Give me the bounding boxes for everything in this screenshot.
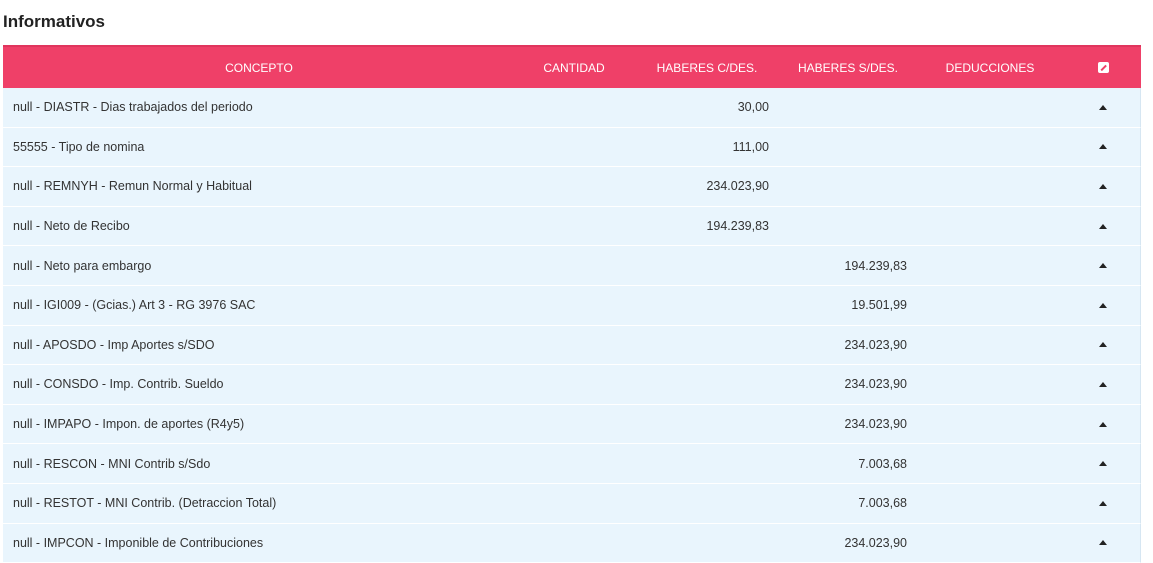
- row-action[interactable]: [1065, 381, 1140, 387]
- cell-haberes-cdes: 194.239,83: [706, 219, 769, 234]
- cell-concepto: null - REMNYH - Remun Normal y Habitual: [13, 179, 252, 194]
- table-row: null - RESTOT - MNI Contrib. (Detraccion…: [3, 483, 1141, 524]
- caret-up-icon[interactable]: [1098, 381, 1107, 387]
- row-action[interactable]: [1065, 223, 1140, 229]
- caret-up-icon[interactable]: [1098, 183, 1107, 189]
- row-action[interactable]: [1065, 183, 1140, 189]
- table-row: null - IMPCON - Imponible de Contribucio…: [3, 523, 1141, 563]
- cell-concepto: null - CONSDO - Imp. Contrib. Sueldo: [13, 377, 224, 392]
- row-action[interactable]: [1065, 104, 1140, 110]
- cell-concepto: null - APOSDO - Imp Aportes s/SDO: [13, 337, 215, 352]
- caret-up-icon[interactable]: [1098, 302, 1107, 308]
- caret-up-icon[interactable]: [1098, 421, 1107, 427]
- caret-up-icon[interactable]: [1098, 540, 1107, 546]
- header-cantidad: CANTIDAD: [543, 60, 605, 75]
- table-row: null - Neto de Recibo 194.239,83: [3, 206, 1141, 247]
- caret-up-icon[interactable]: [1098, 144, 1107, 150]
- header-concepto: CONCEPTO: [225, 60, 293, 75]
- cell-concepto: null - DIASTR - Dias trabajados del peri…: [13, 100, 253, 115]
- cell-haberes-sdes: 7.003,68: [858, 456, 907, 471]
- row-action[interactable]: [1065, 263, 1140, 269]
- informativos-table: CONCEPTO CANTIDAD HABERES C/DES. HABERES…: [3, 45, 1141, 563]
- table-row: null - IGI009 - (Gcias.) Art 3 - RG 3976…: [3, 285, 1141, 326]
- row-action[interactable]: [1065, 144, 1140, 150]
- table-row: null - DIASTR - Dias trabajados del peri…: [3, 88, 1141, 128]
- caret-up-icon[interactable]: [1098, 342, 1107, 348]
- cell-haberes-sdes: 7.003,68: [858, 496, 907, 511]
- cell-concepto: null - RESCON - MNI Contrib s/Sdo: [13, 456, 211, 471]
- cell-concepto: null - RESTOT - MNI Contrib. (Detraccion…: [13, 496, 277, 511]
- cell-concepto: null - IMPCON - Imponible de Contribucio…: [13, 535, 264, 550]
- header-haberes-sdes: HABERES S/DES.: [797, 60, 899, 75]
- cell-haberes-cdes: 111,00: [732, 139, 769, 154]
- caret-up-icon[interactable]: [1098, 263, 1107, 269]
- table-row: null - Neto para embargo 194.239,83: [3, 246, 1141, 286]
- caret-up-icon[interactable]: [1098, 500, 1107, 506]
- cell-concepto: null - IMPAPO - Impon. de aportes (R4y5): [13, 417, 245, 432]
- cell-haberes-sdes: 234.023,90: [844, 337, 907, 352]
- row-action[interactable]: [1065, 302, 1140, 308]
- table-row: null - CONSDO - Imp. Contrib. Sueldo 234.…: [3, 365, 1141, 405]
- caret-up-icon[interactable]: [1098, 104, 1107, 110]
- table-row: null - IMPAPO - Impon. de aportes (R4y5)…: [3, 404, 1141, 445]
- caret-up-icon[interactable]: [1098, 461, 1107, 467]
- table-row: null - REMNYH - Remun Normal y Habitual 2…: [3, 167, 1141, 207]
- caret-up-icon[interactable]: [1098, 223, 1107, 229]
- table-row: 55555 - Tipo de nomina 111,00: [3, 127, 1141, 168]
- cell-haberes-sdes: 234.023,90: [844, 535, 907, 550]
- header-action[interactable]: [1065, 62, 1141, 73]
- row-action[interactable]: [1065, 421, 1140, 427]
- table-row: null - APOSDO - Imp Aportes s/SDO 234.023…: [3, 325, 1141, 366]
- cell-haberes-sdes: 19.501,99: [851, 298, 907, 313]
- table-row: null - RESCON - MNI Contrib s/Sdo 7.003,6…: [3, 444, 1141, 484]
- section-title: Informativos: [3, 12, 106, 31]
- row-action[interactable]: [1065, 500, 1140, 506]
- row-action[interactable]: [1065, 461, 1140, 467]
- cell-haberes-cdes: 30,00: [737, 100, 769, 115]
- cell-concepto: 55555 - Tipo de nomina: [13, 139, 145, 154]
- row-action[interactable]: [1065, 540, 1140, 546]
- header-deducciones: DEDUCCIONES: [945, 60, 1035, 75]
- cell-haberes-sdes: 234.023,90: [844, 417, 907, 432]
- cell-haberes-sdes: 194.239,83: [844, 258, 907, 273]
- cell-concepto: null - Neto para embargo: [13, 258, 152, 273]
- table-body: null - DIASTR - Dias trabajados del peri…: [3, 88, 1141, 563]
- edit-icon[interactable]: [1097, 62, 1109, 73]
- cell-haberes-cdes: 234.023,90: [706, 179, 769, 194]
- cell-concepto: null - IGI009 - (Gcias.) Art 3 - RG 3976…: [13, 298, 256, 313]
- header-haberes-cdes: HABERES C/DES.: [656, 60, 758, 75]
- table-header: CONCEPTO CANTIDAD HABERES C/DES. HABERES…: [3, 45, 1141, 88]
- cell-haberes-sdes: 234.023,90: [844, 377, 907, 392]
- row-action[interactable]: [1065, 342, 1140, 348]
- cell-concepto: null - Neto de Recibo: [13, 219, 130, 234]
